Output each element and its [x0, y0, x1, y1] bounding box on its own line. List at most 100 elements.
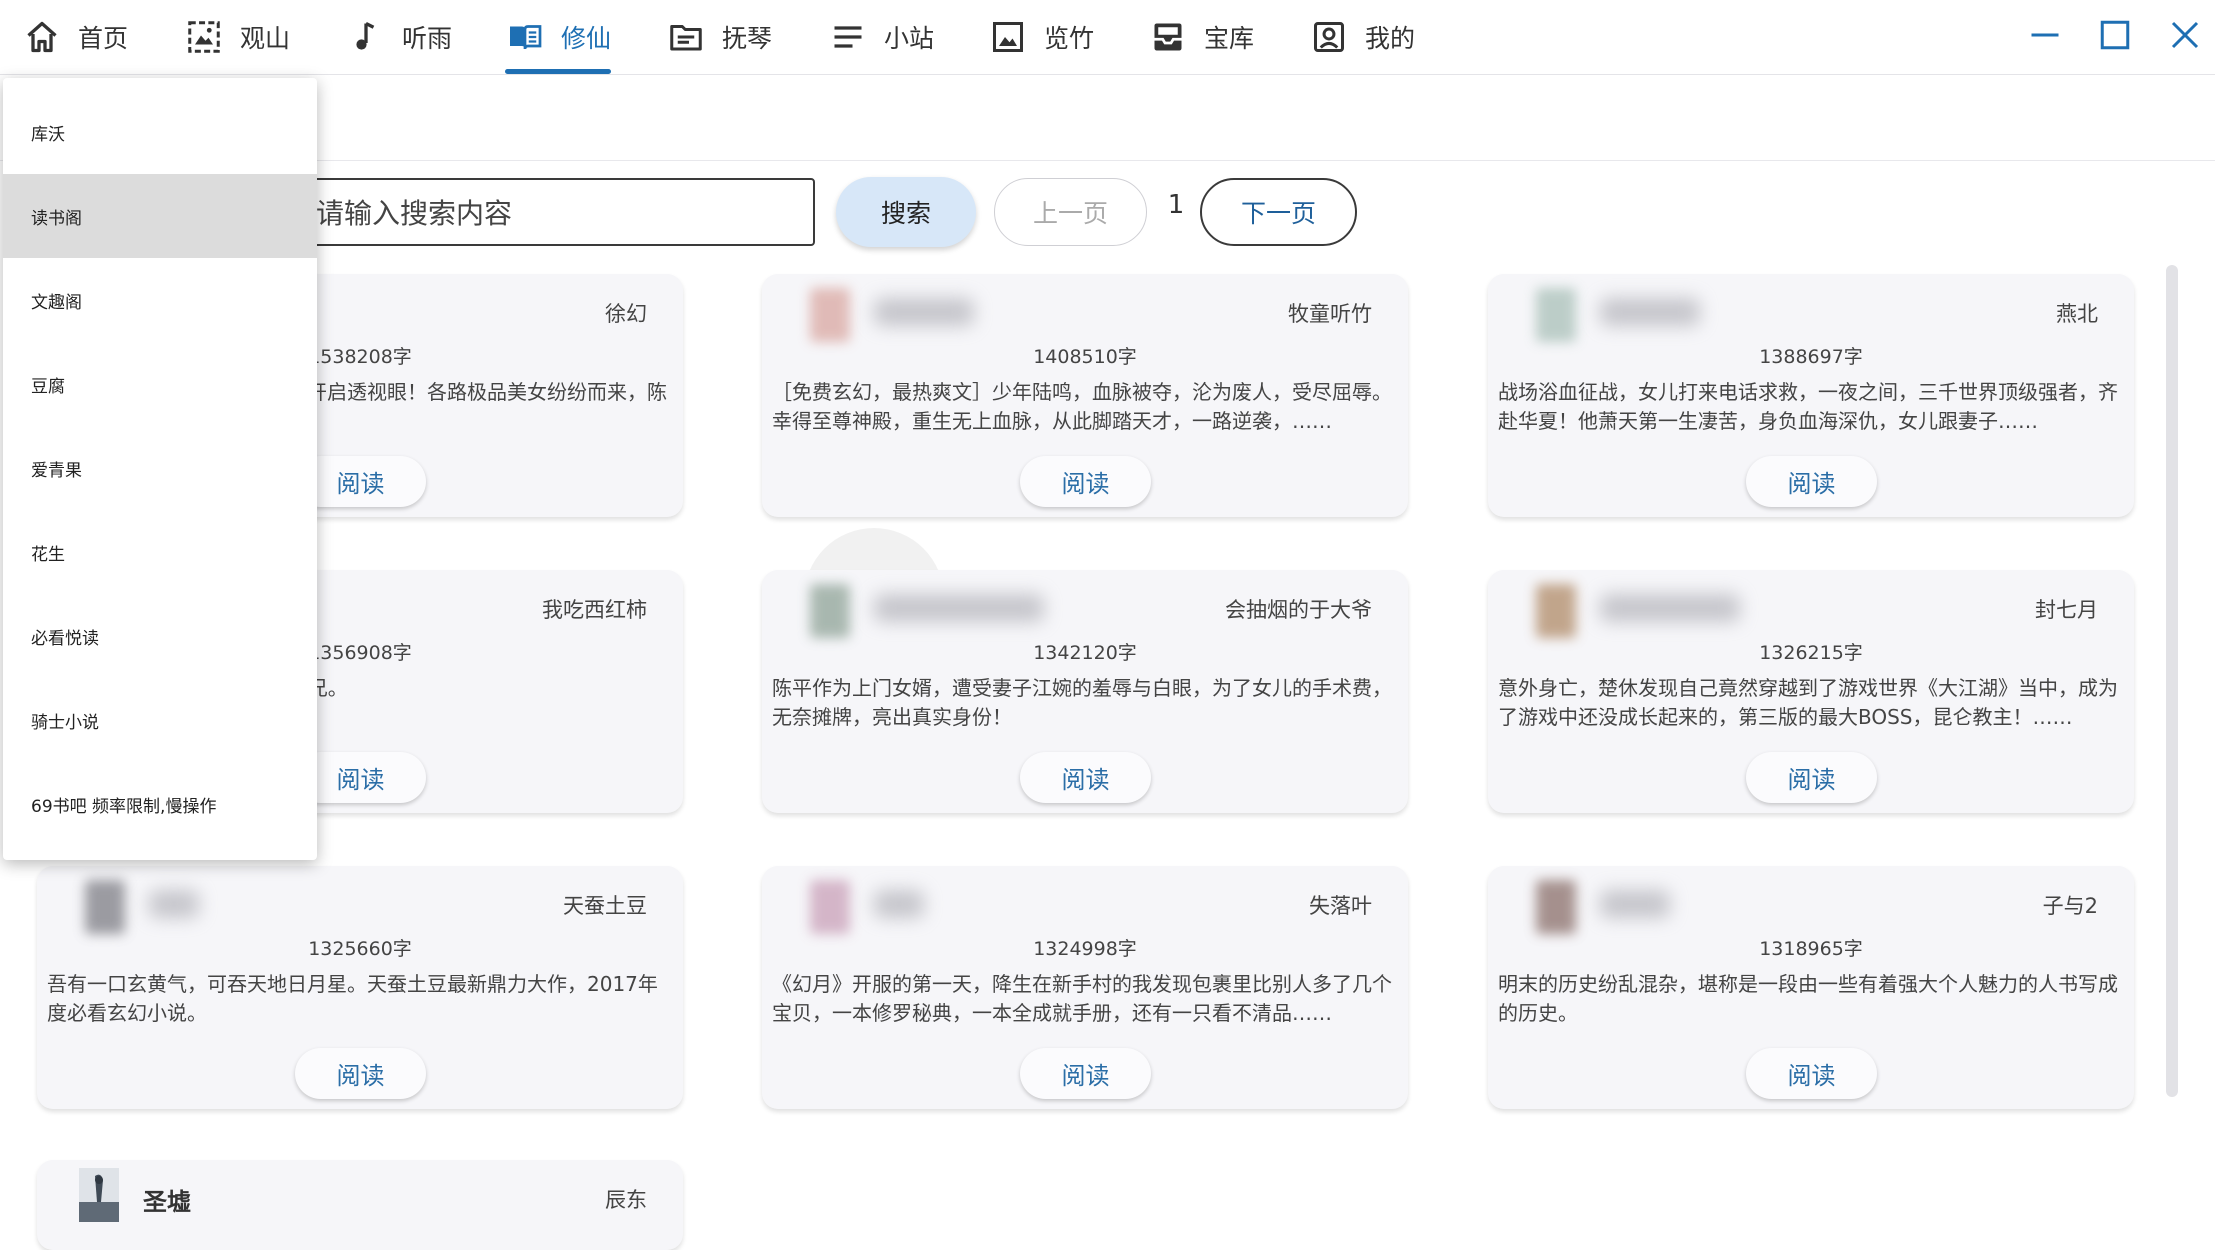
source-option-selected[interactable]: 读书阁: [3, 174, 317, 258]
book-word-count: 1388697字: [1759, 346, 1863, 368]
book-description: 陈平作为上门女婿，遭受妻子江婉的羞辱与白眼，为了女儿的手术费，无奈摊牌，亮出真实…: [772, 676, 1392, 729]
menu-lines-icon: [834, 26, 862, 48]
nav-label-guanshan: 观山: [240, 24, 291, 53]
book-title-blurred: [1600, 298, 1700, 326]
book-author: 徐幻: [605, 302, 647, 326]
book-description: 战场浴血征战，女儿打来电话求救，一夜之间，三千世界顶级强者，齐赴华夏！他萧天第一…: [1498, 380, 2118, 433]
nav-item-guanshan[interactable]: 观山: [186, 0, 290, 74]
nav-item-wode[interactable]: 我的: [1311, 0, 1415, 74]
book-author: 失落叶: [1309, 894, 1372, 918]
book-word-count: 1324998字: [1033, 938, 1137, 960]
source-option[interactable]: 库沃: [3, 90, 317, 174]
book-author: 牧童听竹: [1288, 302, 1372, 326]
minimize-button[interactable]: [2023, 13, 2067, 57]
next-page-button[interactable]: 下一页: [1200, 178, 1357, 246]
maximize-icon: [2100, 20, 2130, 50]
image-icon: [993, 22, 1023, 52]
book-word-count: 1408510字: [1033, 346, 1137, 368]
book-description: 《幻月》开服的第一天，降生在新手村的我发现包裹里比别人多了几个宝贝，一本修罗秘典…: [772, 972, 1392, 1025]
book-cover: [85, 880, 125, 934]
book-open-icon: [510, 25, 542, 50]
source-option[interactable]: 豆腐: [3, 342, 317, 426]
read-button[interactable]: 阅读: [1746, 752, 1877, 803]
book-cover: [79, 1168, 119, 1222]
book-card[interactable]: 子与2 1318965字 明末的历史纷乱混杂，堪称是一段由一些有着强大个人魅力的…: [1488, 866, 2134, 1109]
read-button[interactable]: 阅读: [1020, 456, 1151, 507]
read-button[interactable]: 阅读: [1020, 1048, 1151, 1099]
book-author: 会抽烟的于大爷: [1225, 598, 1372, 622]
book-description: ［免费玄幻，最热爽文］少年陆鸣，血脉被夺，沦为废人，受尽屈辱。幸得至尊神殿，重生…: [772, 380, 1392, 433]
read-button[interactable]: 阅读: [1746, 1048, 1877, 1099]
search-button[interactable]: 搜索: [836, 177, 976, 247]
book-author: 辰东: [605, 1188, 647, 1212]
book-author: 燕北: [2056, 302, 2098, 326]
book-card[interactable]: 天蚕土豆 1325660字 吾有一口玄黄气，可吞天地日月星。天蚕土豆最新鼎力大作…: [37, 866, 683, 1109]
prev-page-button[interactable]: 上一页: [994, 178, 1147, 246]
book-author: 我吃西红柿: [542, 598, 647, 622]
read-button[interactable]: 阅读: [1020, 752, 1151, 803]
book-cover: [1536, 880, 1576, 934]
active-tab-indicator: [505, 69, 611, 74]
close-button[interactable]: [2163, 13, 2207, 57]
nav-label-tingyu: 听雨: [402, 24, 453, 53]
minimize-icon: [2031, 33, 2059, 37]
nav-item-fuqin[interactable]: 抚琴: [668, 0, 772, 74]
book-card[interactable]: 牧童听竹 1408510字 ［免费玄幻，最热爽文］少年陆鸣，血脉被夺，沦为废人，…: [762, 274, 1408, 517]
source-dropdown-menu: 库沃 读书阁 文趣阁 豆腐 爱青果 花生 必看悦读 骑士小说 69书吧 频率限制…: [3, 78, 317, 860]
nav-label-xiaozhan: 小站: [884, 24, 935, 53]
book-title-blurred: [874, 298, 974, 326]
nav-label-home: 首页: [78, 24, 129, 53]
source-option[interactable]: 文趣阁: [3, 258, 317, 342]
source-option[interactable]: 69书吧 频率限制,慢操作: [3, 762, 317, 846]
book-title-blurred: [874, 594, 1044, 622]
book-description: 吾有一口玄黄气，可吞天地日月星。天蚕土豆最新鼎力大作，2017年度必看玄幻小说。: [47, 972, 658, 1025]
home-icon: [27, 21, 57, 53]
scrollbar[interactable]: [2166, 265, 2178, 1097]
nav-label-lanzhu: 览竹: [1044, 24, 1095, 53]
book-cover: [810, 880, 850, 934]
nav-item-home[interactable]: 首页: [24, 0, 128, 74]
close-icon: [2171, 21, 2199, 49]
nav-label-baoku: 宝库: [1204, 24, 1255, 53]
source-option[interactable]: 必看悦读: [3, 594, 317, 678]
source-option[interactable]: 骑士小说: [3, 678, 317, 762]
book-author: 子与2: [2042, 894, 2098, 918]
book-card[interactable]: 失落叶 1324998字 《幻月》开服的第一天，降生在新手村的我发现包裹里比别人…: [762, 866, 1408, 1109]
nav-item-baoku[interactable]: 宝库: [1150, 0, 1254, 74]
nav-label-fuqin: 抚琴: [722, 24, 773, 53]
book-card[interactable]: 圣墟 辰东: [37, 1160, 683, 1250]
book-title: 圣墟: [143, 1188, 191, 1216]
source-option[interactable]: 爱青果: [3, 426, 317, 510]
book-cover: [810, 288, 850, 342]
book-word-count: 1325660字: [308, 938, 412, 960]
nav-item-lanzhu[interactable]: 览竹: [990, 0, 1094, 74]
music-note-icon: [356, 22, 375, 50]
book-word-count: 1318965字: [1759, 938, 1863, 960]
source-option[interactable]: 花生: [3, 510, 317, 594]
top-nav-bar: 首页 观山 听雨 修仙 抚琴 小站 览竹 宝库 我的: [0, 0, 2215, 75]
maximize-button[interactable]: [2093, 13, 2137, 57]
book-card[interactable]: 封七月 1326215字 意外身亡，楚休发现自己竟然穿越到了游戏世界《大江湖》当…: [1488, 570, 2134, 813]
book-word-count: 1326215字: [1759, 642, 1863, 664]
search-placeholder: 请输入搜索内容: [316, 197, 513, 230]
page-number: 1: [1167, 190, 1185, 220]
folder-icon: [670, 25, 702, 51]
nav-item-xiaozhan[interactable]: 小站: [830, 0, 934, 74]
book-card[interactable]: 会抽烟的于大爷 1342120字 陈平作为上门女婿，遭受妻子江婉的羞辱与白眼，为…: [762, 570, 1408, 813]
search-input[interactable]: 请输入搜索内容: [250, 178, 815, 246]
book-cover: [1536, 584, 1576, 638]
nav-item-tingyu[interactable]: 听雨: [348, 0, 452, 74]
book-card[interactable]: 燕北 1388697字 战场浴血征战，女儿打来电话求救，一夜之间，三千世界顶级强…: [1488, 274, 2134, 517]
book-title-blurred: [149, 890, 199, 918]
book-cover: [1536, 288, 1576, 342]
book-description: 意外身亡，楚休发现自己竟然穿越到了游戏世界《大江湖》当中，成为了游戏中还没成长起…: [1498, 676, 2118, 729]
inbox-icon: [1154, 23, 1182, 51]
book-title-blurred: [1600, 890, 1670, 918]
read-button[interactable]: 阅读: [295, 1048, 426, 1099]
landscape-icon: [188, 21, 220, 53]
book-word-count: 1342120字: [1033, 642, 1137, 664]
book-description: 明末的历史纷乱混杂，堪称是一段由一些有着强大个人魅力的人书写成的历史。: [1498, 972, 2118, 1025]
nav-item-xiuxian[interactable]: 修仙: [507, 0, 611, 74]
source-bar-divider: [0, 160, 2215, 161]
read-button[interactable]: 阅读: [1746, 456, 1877, 507]
